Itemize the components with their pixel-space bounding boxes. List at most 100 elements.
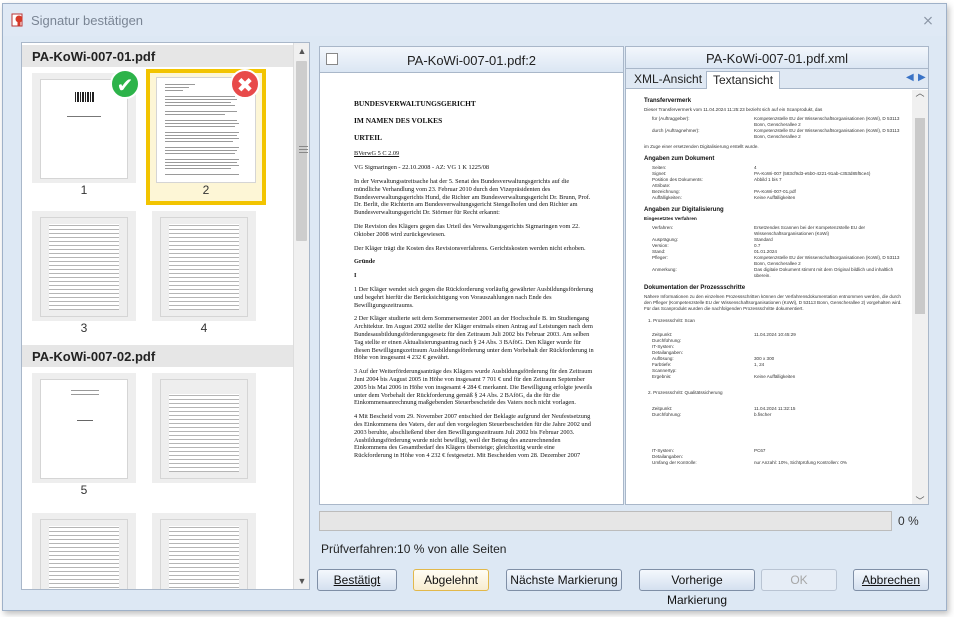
progress-bar — [319, 511, 892, 531]
barcode-icon — [75, 92, 95, 102]
doc-tenor-2: Der Kläger trägt die Kosten des Revision… — [354, 244, 586, 252]
xml-row: Verfahren: Ersetzendes Scannen bei der Ko… — [644, 225, 906, 237]
pdf-title: PA-KoWi-007-01.pdf:2 — [406, 53, 537, 68]
xml-key: Verfahren: — [652, 225, 674, 230]
xml-viewer: PA-KoWi-007-01.pdf.xml XML-Ansicht Texta… — [625, 46, 929, 505]
page-label: 5 — [80, 483, 88, 497]
scroll-down-icon[interactable]: ﹀ — [912, 497, 928, 505]
xml-key: für (Auftraggeber): — [652, 116, 690, 121]
page-preview — [160, 379, 248, 479]
page-label: 1 — [80, 183, 88, 197]
tab-xml-view[interactable]: XML-Ansicht — [628, 71, 708, 89]
group-header-pdf-01: PA-KoWi-007-01.pdf — [22, 45, 294, 67]
view-tabs: XML-Ansicht Textansicht ◀ ▶ — [626, 69, 928, 89]
doc-type: URTEIL — [354, 132, 383, 142]
xml-key: Anmerkung: — [652, 267, 677, 272]
xml-header: PA-KoWi-007-01.pdf.xml — [626, 47, 928, 69]
doc-intro: In der Verwaltungsstreitsache hat der 5.… — [354, 177, 591, 217]
xml-row: Pfleger: Kompetenzstelle EU der Wissensch… — [644, 255, 906, 267]
triangle-right-icon[interactable]: ▶ — [918, 72, 926, 83]
xml-value: Kompetenzstelle EU der Wissenschaftsorga… — [754, 128, 900, 139]
xml-title: PA-KoWi-007-01.pdf.xml — [705, 51, 849, 66]
title-bar: Signatur bestätigen ⨯ — [3, 4, 946, 36]
cancel-button[interactable]: Abbrechen — [853, 569, 929, 591]
doc-ref: BVerwG 5 C 2.09 — [354, 150, 400, 158]
page-thumbnail-4[interactable] — [152, 211, 256, 321]
xml-value: Ersetzendes Scannen bei der Kompetenzste… — [754, 225, 866, 236]
ok-button[interactable]: OK — [761, 569, 837, 591]
xml-value: Kompetenzstelle EU der Wissenschaftsorga… — [754, 255, 900, 266]
page-preview — [40, 217, 128, 317]
xml-section-digitization: Angaben zur Digitalisierung — [644, 207, 724, 213]
doc-tenor-1: Die Revision des Klägers gegen das Urtei… — [354, 222, 580, 238]
thumbnail-list: PA-KoWi-007-01.pdf ✔ 1 2 ✖ 3 4 PA-KoWi-0… — [22, 43, 294, 589]
xml-key: Pfleger: — [652, 255, 668, 260]
page-thumbnail-3[interactable] — [32, 211, 136, 321]
pdf-viewer: PA-KoWi-007-01.pdf:2 BUNDESVERWALTUNGSGE… — [319, 46, 624, 505]
status-text: Prüfverfahren:10 % von alle Seiten — [321, 542, 507, 556]
seal-icon — [11, 13, 23, 27]
scroll-down-icon[interactable]: ▼ — [294, 573, 309, 589]
doc-paragraph-3: 3 Auf der Weiterförderungsanträge des Kl… — [354, 368, 593, 407]
xml-value: Keine Auffälligkeiten — [754, 195, 796, 200]
page-thumbnail-5[interactable] — [32, 373, 136, 483]
xml-row: für (Auftraggeber): Kompetenzstelle EU de… — [644, 116, 906, 128]
xml-key: Auffälligkeiten: — [652, 195, 682, 200]
xml-key: Ergebnis: — [652, 374, 672, 379]
xml-section-document: Angaben zum Dokument — [644, 156, 715, 162]
xml-value: nur Anzahl: 10%, Sichtprüfung Kontrollen… — [754, 460, 847, 465]
doc-paragraph-1: 1 Der Kläger wendet sich gegen die Rückf… — [354, 285, 594, 309]
page-thumbnail[interactable] — [152, 513, 256, 589]
doc-paragraph-2: 2 Der Kläger studierte seit dem Sommerse… — [354, 315, 594, 362]
xml-step-2: 2. Prozessschritt: Qualitätssicherung — [648, 390, 723, 395]
window-title: Signatur bestätigen — [31, 13, 144, 28]
doc-court: BUNDESVERWALTUNGSGERICHT — [354, 99, 476, 108]
confirm-button[interactable]: Bestätigt — [317, 569, 397, 591]
page-preview — [40, 519, 128, 589]
scroll-thumb[interactable] — [296, 61, 308, 241]
dialog-window: Signatur bestätigen ⨯ PA-KoWi-007-01.pdf… — [2, 3, 947, 611]
tab-text-view[interactable]: Textansicht — [706, 71, 781, 89]
xml-heading: Transfervermerk — [644, 98, 692, 104]
cross-icon: ✖ — [230, 69, 260, 99]
xml-text-content: Transfervermerk Dieser Transfervermerk v… — [626, 90, 928, 504]
xml-row: Ergebnis: Keine Auffälligkeiten — [644, 374, 906, 380]
page-preview — [160, 519, 248, 589]
xml-line: im Zuge einer ersetzenden Digitalisierun… — [644, 144, 759, 149]
triangle-left-icon[interactable]: ◀ — [906, 72, 914, 83]
xml-row: Anmerkung: Das digitale Dokument stimmt m… — [644, 267, 906, 279]
page-thumbnail[interactable] — [32, 513, 136, 589]
reject-button[interactable]: Abgelehnt — [413, 569, 489, 591]
xml-value: Keine Auffälligkeiten — [754, 374, 796, 379]
scroll-thumb[interactable] — [915, 118, 925, 314]
xml-value: b.fischer — [754, 412, 772, 417]
doc-vg: VG Sigmaringen - 22.10.2008 - AZ: VG 1 K… — [354, 164, 490, 172]
xml-value: Das digitale Dokument stimmt mit dem Ori… — [754, 267, 894, 278]
page-label: 2 — [202, 183, 210, 197]
prev-mark-button[interactable]: Vorherige Markierung — [639, 569, 755, 607]
xml-subsection-method: Eingesetztes Verfahren — [644, 217, 697, 222]
doc-paragraph-4: 4 Mit Bescheid vom 29. November 2007 ent… — [354, 413, 591, 460]
group-header-pdf-02: PA-KoWi-007-02.pdf — [22, 345, 294, 367]
pdf-page: BUNDESVERWALTUNGSGERICHT IM NAMEN DES VO… — [320, 74, 623, 504]
xml-paragraph: Nähere Informationen zu den einzelnen Pr… — [644, 294, 902, 311]
page-preview — [160, 217, 248, 317]
pdf-header: PA-KoWi-007-01.pdf:2 — [320, 47, 623, 73]
doc-roman: I — [354, 272, 357, 280]
page-thumbnail-6[interactable] — [152, 373, 256, 483]
close-icon[interactable]: ⨯ — [920, 12, 936, 28]
thumbnail-scrollbar[interactable]: ▲ ▼ — [293, 43, 309, 589]
scroll-up-icon[interactable]: ︿ — [912, 90, 928, 98]
xml-scrollbar[interactable]: ︿ ﹀ — [912, 90, 928, 504]
xml-row: Auffälligkeiten: Keine Auffälligkeiten — [644, 195, 906, 201]
page-label: 4 — [200, 321, 208, 335]
scroll-up-icon[interactable]: ▲ — [294, 43, 309, 59]
xml-row: durch (Auftragnehmer): Kompetenzstelle EU… — [644, 128, 906, 140]
thumbnail-panel: PA-KoWi-007-01.pdf ✔ 1 2 ✖ 3 4 PA-KoWi-0… — [21, 42, 310, 590]
xml-key: Umfang der Kontrolle: — [652, 460, 697, 465]
next-mark-button[interactable]: Nächste Markierung — [506, 569, 622, 591]
xml-row: Durchführung: b.fischer — [644, 412, 906, 418]
xml-step-1: 1. Prozessschritt: Scan — [648, 318, 695, 323]
xml-section-steps: Dokumentation der Prozessschritte — [644, 285, 746, 291]
page-preview — [40, 379, 128, 479]
